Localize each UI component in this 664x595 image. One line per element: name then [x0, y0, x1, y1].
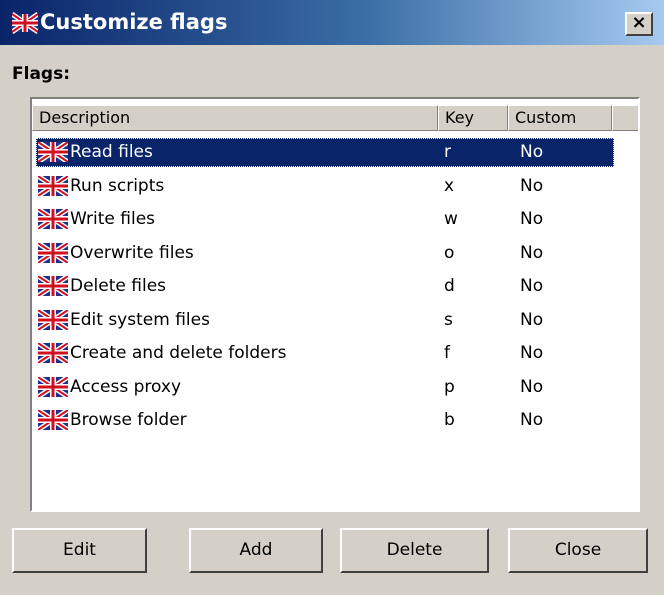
- flag-key: x: [444, 175, 455, 196]
- title-bar[interactable]: Customize flags ×: [0, 0, 664, 45]
- add-button[interactable]: Add: [189, 528, 323, 573]
- column-header-custom[interactable]: Custom: [508, 105, 612, 131]
- list-item[interactable]: Delete files d No: [36, 272, 614, 301]
- flag-description: Read files: [70, 142, 153, 162]
- flag-custom: No: [520, 209, 544, 229]
- customize-flags-dialog: Customize flags × Flags: Description Key…: [0, 0, 664, 595]
- flag-description: Browse folder: [70, 410, 187, 430]
- list-item[interactable]: Browse folder b No: [36, 406, 614, 435]
- list-item[interactable]: Edit system files s No: [36, 306, 614, 335]
- union-jack-flag-icon: [38, 309, 68, 330]
- flag-key: d: [444, 276, 455, 296]
- flag-key: f: [444, 343, 450, 363]
- flags-list[interactable]: Description Key Custom Read files r No Run …: [30, 97, 640, 512]
- flag-custom: No: [520, 410, 544, 430]
- flag-key: o: [444, 242, 455, 263]
- window-title: Customize flags: [40, 10, 228, 34]
- flag-key: b: [444, 410, 455, 430]
- union-jack-flag-icon: [38, 142, 68, 162]
- union-jack-flag-icon: [38, 276, 68, 296]
- flag-description: Edit system files: [70, 309, 210, 330]
- flag-custom: No: [520, 242, 544, 263]
- delete-button[interactable]: Delete: [340, 528, 489, 573]
- union-jack-flag-icon: [38, 242, 68, 263]
- flag-custom: No: [520, 276, 544, 296]
- close-window-button[interactable]: ×: [625, 12, 653, 36]
- flag-key: p: [444, 376, 455, 397]
- list-item[interactable]: Write files w No: [36, 205, 614, 234]
- list-item[interactable]: Overwrite files o No: [36, 239, 614, 268]
- union-jack-flag-icon: [38, 209, 68, 229]
- flags-label: Flags:: [12, 64, 70, 84]
- list-item[interactable]: Create and delete folders f No: [36, 339, 614, 368]
- flag-key: s: [444, 309, 453, 330]
- flag-description: Write files: [70, 209, 156, 229]
- flag-description: Access proxy: [70, 376, 182, 397]
- union-jack-flag-icon: [38, 175, 68, 196]
- flag-custom: No: [520, 343, 544, 363]
- flag-custom: No: [520, 376, 544, 397]
- flag-key: w: [444, 209, 458, 229]
- flag-custom: No: [520, 142, 544, 162]
- list-item[interactable]: Read files r No: [36, 138, 614, 167]
- flag-description: Overwrite files: [70, 242, 194, 263]
- edit-button[interactable]: Edit: [12, 528, 147, 573]
- union-jack-flag-icon: [12, 11, 38, 35]
- flag-custom: No: [520, 309, 544, 330]
- column-header-filler: [612, 105, 638, 131]
- list-item[interactable]: Run scripts x No: [36, 172, 614, 201]
- flag-description: Run scripts: [70, 175, 165, 196]
- flag-description: Delete files: [70, 276, 167, 296]
- union-jack-flag-icon: [38, 343, 68, 363]
- flag-key: r: [444, 142, 451, 162]
- column-header-key[interactable]: Key: [438, 105, 508, 131]
- union-jack-flag-icon: [38, 410, 68, 430]
- list-item[interactable]: Access proxy p No: [36, 373, 614, 402]
- flag-description: Create and delete folders: [70, 343, 287, 363]
- column-header-description[interactable]: Description: [32, 105, 438, 131]
- union-jack-flag-icon: [38, 376, 68, 397]
- flag-custom: No: [520, 175, 544, 196]
- close-button[interactable]: Close: [508, 528, 648, 573]
